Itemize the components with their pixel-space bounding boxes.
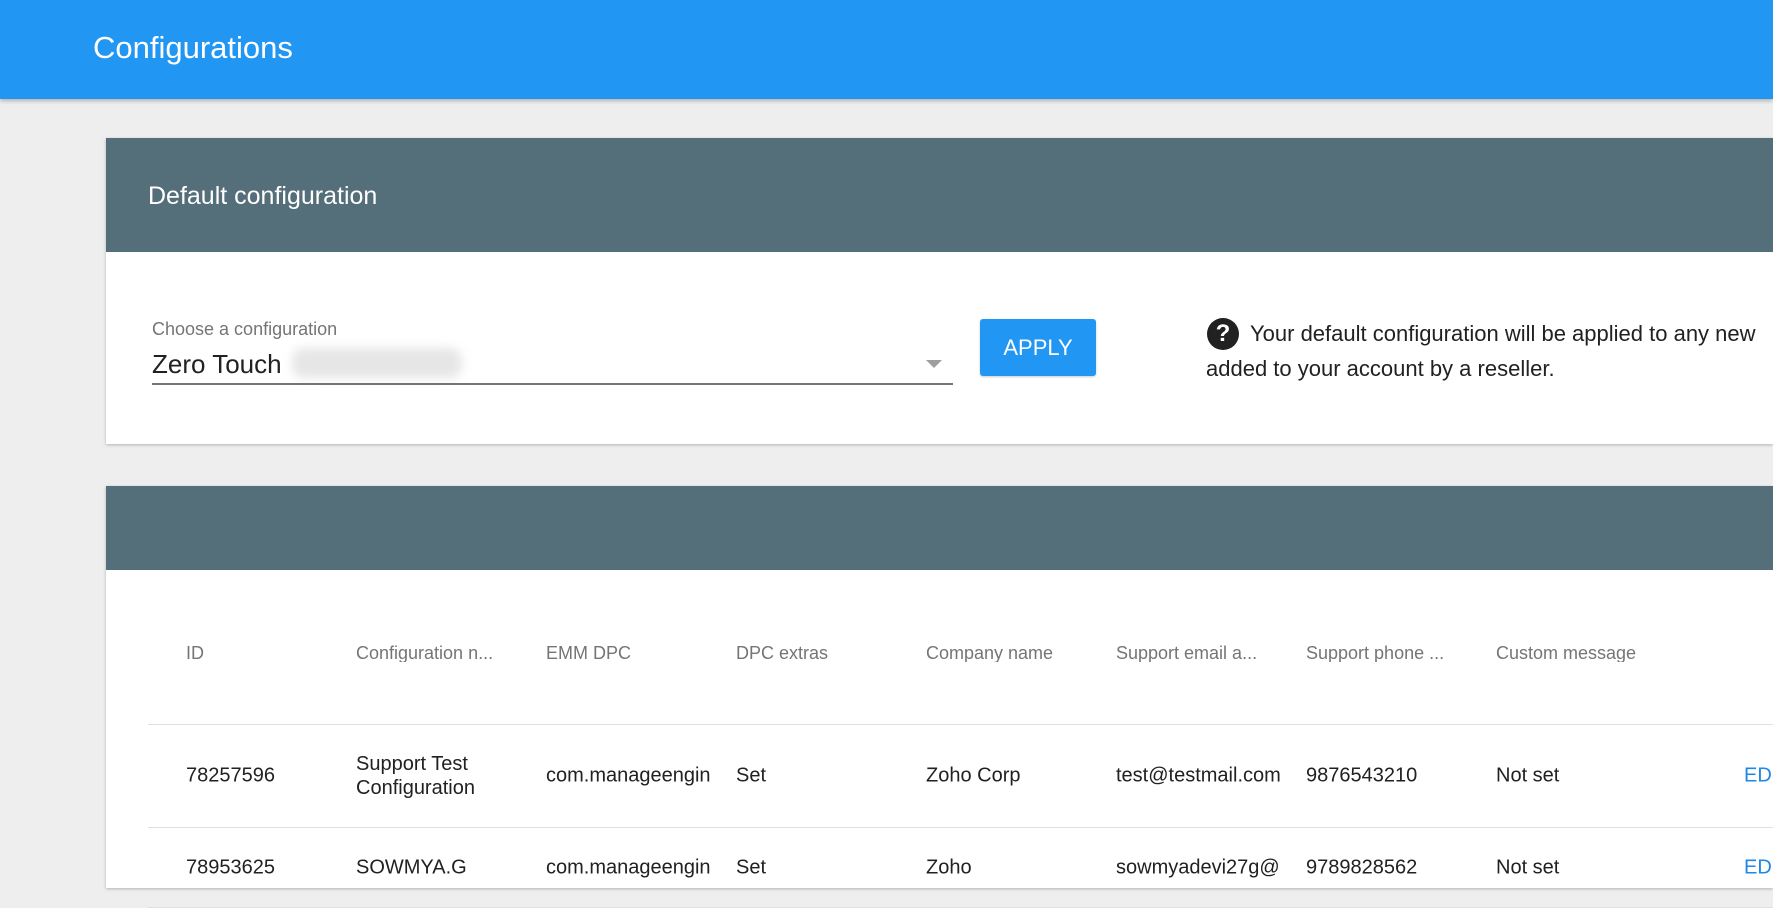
column-header-dpc-extras[interactable]: DPC extras xyxy=(736,644,916,662)
configurations-table: ID Configuration n... EMM DPC DPC extras… xyxy=(148,640,1773,908)
help-text-line2: added to your account by a reseller. xyxy=(1206,356,1555,381)
redacted-config-name xyxy=(292,348,462,378)
app-bar: Configurations xyxy=(0,0,1773,99)
table-row: 78257596 Support Test Configuration com.… xyxy=(148,725,1773,828)
column-header-custom-message[interactable]: Custom message xyxy=(1496,644,1676,662)
cell-emm-dpc: com.manageengin xyxy=(546,764,711,787)
cell-support-phone: 9789828562 xyxy=(1306,856,1418,878)
cell-support-phone: 9876543210 xyxy=(1306,764,1418,787)
column-header-id[interactable]: ID xyxy=(186,644,346,662)
column-header-company-name[interactable]: Company name xyxy=(926,644,1106,662)
table-header-row: ID Configuration n... EMM DPC DPC extras… xyxy=(148,640,1773,725)
column-header-support-phone[interactable]: Support phone ... xyxy=(1306,644,1486,662)
column-header-support-email[interactable]: Support email a... xyxy=(1116,644,1291,662)
dropdown-caret-icon[interactable] xyxy=(926,360,942,368)
cell-dpc-extras: Set xyxy=(736,764,767,787)
cell-support-email: sowmyadevi27g@ xyxy=(1116,856,1280,878)
table-row: 78953625 SOWMYA.G com.manageengin Set Zo… xyxy=(148,828,1773,908)
cell-id: 78257596 xyxy=(186,764,275,787)
cell-dpc-extras: Set xyxy=(736,856,767,878)
config-select-label: Choose a configuration xyxy=(152,319,338,339)
default-config-title: Default configuration xyxy=(148,182,378,210)
apply-button[interactable]: APPLY xyxy=(980,319,1096,376)
cell-custom-message: Not set xyxy=(1496,764,1560,787)
column-header-config-name[interactable]: Configuration n... xyxy=(356,644,541,662)
table-card-header xyxy=(106,486,1773,570)
cell-id: 78953625 xyxy=(186,856,275,878)
default-config-card: Default configuration Choose a configura… xyxy=(106,138,1773,444)
help-text-line1: Your default configuration will be appli… xyxy=(1250,321,1756,346)
cell-support-email: test@testmail.com xyxy=(1116,764,1281,787)
cell-config-name: Support Test Configuration xyxy=(356,753,475,799)
edit-link[interactable]: EDIT xyxy=(1744,856,1773,879)
cell-custom-message: Not set xyxy=(1496,856,1560,878)
help-icon[interactable]: ? xyxy=(1207,318,1239,350)
default-config-header: Default configuration xyxy=(106,138,1773,252)
cell-company-name: Zoho Corp xyxy=(926,764,1021,787)
page-title: Configurations xyxy=(93,30,293,65)
config-select-underline xyxy=(152,383,953,385)
column-header-emm-dpc[interactable]: EMM DPC xyxy=(546,644,721,662)
edit-link[interactable]: EDIT xyxy=(1744,765,1773,788)
configurations-table-card: ID Configuration n... EMM DPC DPC extras… xyxy=(106,486,1773,908)
config-select[interactable]: Zero Touch xyxy=(152,349,282,380)
cell-config-name: SOWMYA.G xyxy=(356,856,467,878)
cell-company-name: Zoho xyxy=(926,856,972,878)
cell-emm-dpc: com.manageengin xyxy=(546,856,711,878)
